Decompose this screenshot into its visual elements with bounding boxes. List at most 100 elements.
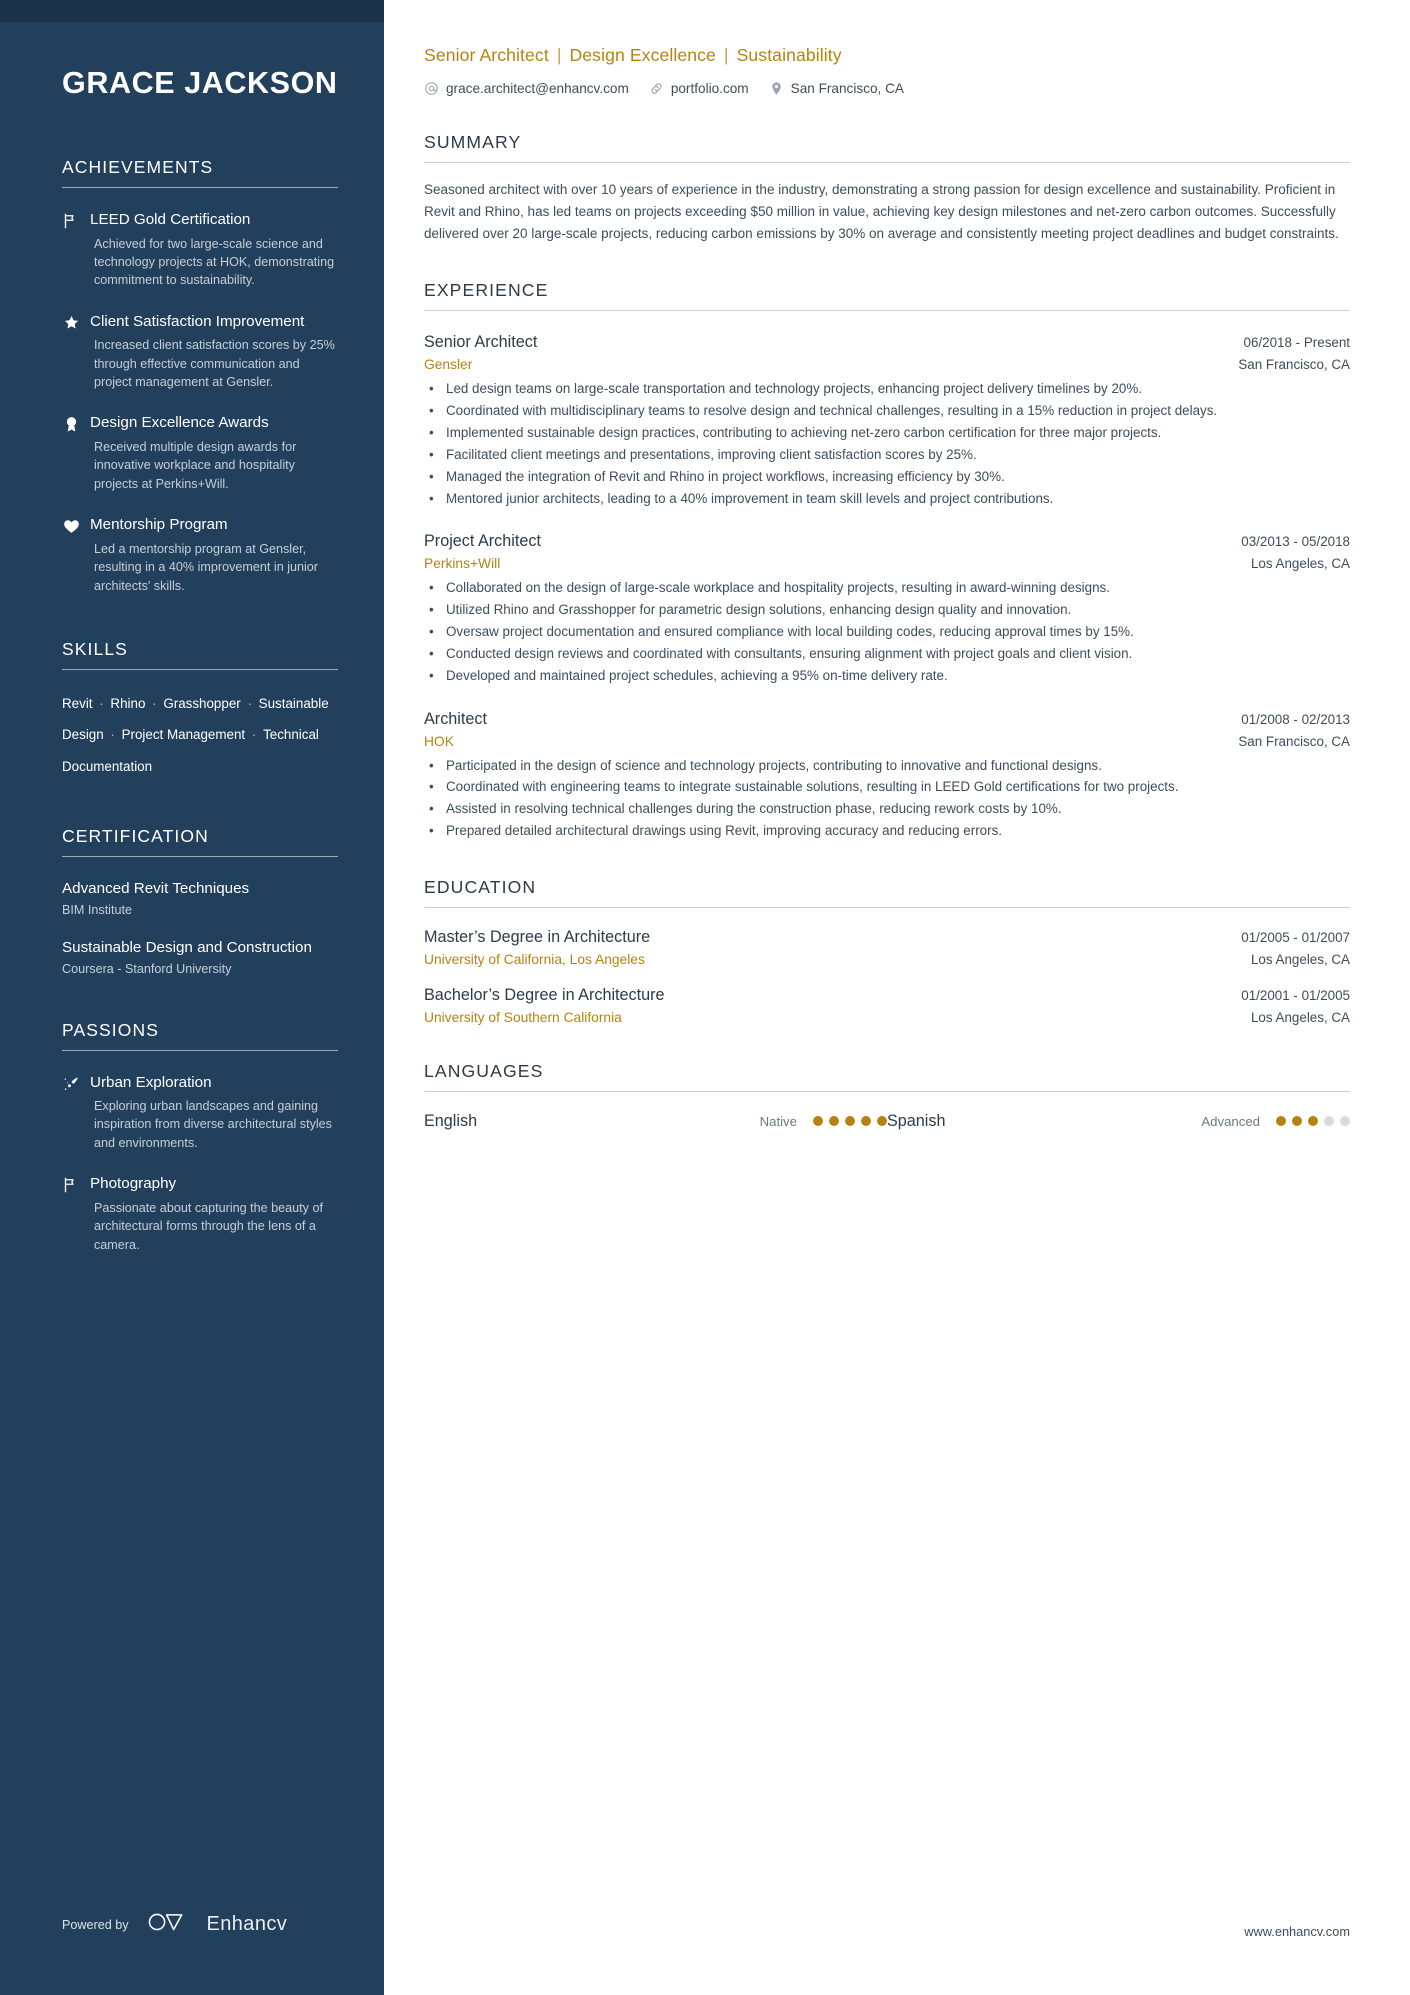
school-name: University of Southern California xyxy=(424,1009,622,1025)
school-location: Los Angeles, CA xyxy=(1250,1009,1350,1025)
job-title: Project Architect xyxy=(424,532,541,551)
proficiency-dot xyxy=(877,1116,887,1127)
headline-part: Design Excellence xyxy=(569,45,716,65)
section-divider xyxy=(424,906,1350,908)
contact-portfolio-text: portfolio.com xyxy=(670,80,749,96)
heart-icon xyxy=(62,514,90,595)
achievement-title: Design Excellence Awards xyxy=(90,414,269,432)
job-bullet: • Collaborated on the design of large-sca… xyxy=(424,578,1350,598)
achievement-title: Client Satisfaction Improvement xyxy=(90,312,305,330)
bullet-text: Mentored junior architects, leading to a… xyxy=(446,490,1054,506)
summary-heading: SUMMARY xyxy=(424,131,522,152)
achievements-heading: ACHIEVEMENTS xyxy=(62,157,214,178)
company-name: Gensler xyxy=(424,357,473,373)
headline-part: Sustainability xyxy=(736,45,842,65)
job-title: Architect xyxy=(424,709,487,728)
certification-org: Coursera - Stanford University xyxy=(62,961,232,976)
contact-email[interactable]: grace.architect@enhancv.com xyxy=(424,81,629,96)
experience-entry-header: Architect 01/2008 - 02/2013 xyxy=(424,710,1350,729)
education-entry: Bachelor’s Degree in Architecture 01/2001… xyxy=(424,986,1350,1025)
bullet-text: Conducted design reviews and coordinated… xyxy=(446,645,1133,661)
achievement-title: LEED Gold Certification xyxy=(90,211,251,229)
experience-entry-header: Project Architect 03/2013 - 05/2018 xyxy=(424,532,1350,551)
contact-row: grace.architect@enhancv.com portfolio.co… xyxy=(424,81,1350,96)
experience-heading: EXPERIENCE xyxy=(424,280,549,301)
sidebar: GRACE JACKSON ACHIEVEMENTS LEED Gold Cer… xyxy=(0,0,384,1995)
job-bullet: • Assisted in resolving technical challen… xyxy=(424,799,1350,819)
job-bullet-list: • Collaborated on the design of large-sca… xyxy=(424,578,1350,685)
proficiency-dot xyxy=(1340,1116,1350,1127)
section-divider xyxy=(62,187,338,189)
bullet-marker-icon: • xyxy=(429,823,434,839)
proficiency-dot xyxy=(813,1116,823,1127)
languages-row: English Native Spanish Advanced xyxy=(424,1112,1350,1131)
proficiency-dot xyxy=(1308,1116,1318,1127)
sidebar-section-passions: PASSIONS Urban Exploration Exploring urb… xyxy=(62,1020,338,1254)
section-languages: LANGUAGES English Native Spanish Advanced xyxy=(424,1061,1350,1131)
proficiency-dot xyxy=(861,1116,871,1127)
flag-icon xyxy=(62,209,90,290)
skill-item: Grasshopper xyxy=(163,695,241,711)
email-icon xyxy=(424,81,439,96)
language-level: Native xyxy=(759,1113,797,1129)
experience-entry: Architect 01/2008 - 02/2013 HOK San Francis… xyxy=(424,710,1350,841)
contact-location-text: San Francisco, CA xyxy=(790,80,904,96)
section-experience: EXPERIENCE Senior Architect 06/2018 - Pre… xyxy=(424,280,1350,840)
achievement-description: Received multiple design awards for inno… xyxy=(94,440,297,491)
proficiency-dot xyxy=(845,1116,855,1127)
experience-entry-subheader: HOK San Francisco, CA xyxy=(424,734,1350,749)
company-name: HOK xyxy=(424,733,454,749)
job-title: Senior Architect xyxy=(424,333,538,352)
bullet-text: Implemented sustainable design practices… xyxy=(446,425,1162,441)
school-name: University of California, Los Angeles xyxy=(424,951,645,967)
section-education: EDUCATION Master’s Degree in Architectur… xyxy=(424,877,1350,1025)
job-bullet: • Conducted design reviews and coordinate… xyxy=(424,644,1350,664)
job-bullet: • Oversaw project documentation and ensur… xyxy=(424,622,1350,642)
bullet-text: Collaborated on the design of large-scal… xyxy=(446,580,1110,596)
language-proficiency-dots xyxy=(813,1116,887,1127)
passion-description: Exploring urban landscapes and gaining i… xyxy=(94,1099,332,1150)
bullet-text: Oversaw project documentation and ensure… xyxy=(446,624,1134,640)
passions-heading: PASSIONS xyxy=(62,1019,159,1040)
job-bullet: • Developed and maintained project schedu… xyxy=(424,666,1350,686)
bullet-text: Managed the integration of Revit and Rhi… xyxy=(446,468,1005,484)
skill-separator: · xyxy=(95,695,108,711)
job-bullet-list: • Led design teams on large-scale transpo… xyxy=(424,379,1350,508)
education-entry-header: Bachelor’s Degree in Architecture 01/2001… xyxy=(424,986,1350,1005)
passion-item: Photography Passionate about capturing t… xyxy=(62,1173,338,1254)
achievement-item: LEED Gold Certification Achieved for two… xyxy=(62,209,338,290)
proficiency-dot xyxy=(1292,1116,1302,1127)
bullet-text: Utilized Rhino and Grasshopper for param… xyxy=(446,602,1072,618)
experience-entry: Project Architect 03/2013 - 05/2018 Perkin… xyxy=(424,532,1350,685)
achievement-item: Client Satisfaction Improvement Increase… xyxy=(62,311,338,392)
language-name: English xyxy=(424,1111,478,1130)
skill-separator: · xyxy=(243,695,256,711)
school-location: Los Angeles, CA xyxy=(1250,951,1350,967)
section-divider xyxy=(424,1090,1350,1092)
certification-name: Advanced Revit Techniques xyxy=(62,880,250,898)
flag-icon xyxy=(62,1173,90,1254)
job-dates: 01/2008 - 02/2013 xyxy=(1241,711,1350,727)
language-proficiency-dots xyxy=(1276,1116,1350,1127)
bullet-marker-icon: • xyxy=(429,403,434,419)
company-name: Perkins+Will xyxy=(424,556,501,572)
sidebar-top-strip xyxy=(0,0,384,22)
enhancv-wordmark: Enhancv xyxy=(206,1913,288,1935)
job-dates: 06/2018 - Present xyxy=(1243,335,1350,351)
skill-separator: · xyxy=(148,695,161,711)
job-bullet: • Participated in the design of science a… xyxy=(424,756,1350,776)
job-bullet: • Managed the integration of Revit and Rh… xyxy=(424,467,1350,487)
job-bullet: • Coordinated with multidisciplinary team… xyxy=(424,401,1350,421)
language-level: Advanced xyxy=(1201,1113,1260,1129)
site-url: www.enhancv.com xyxy=(1244,1924,1350,1939)
education-entry-subheader: University of California, Los Angeles Los… xyxy=(424,952,1350,967)
job-bullet: • Mentored junior architects, leading to … xyxy=(424,489,1350,509)
sidebar-section-certification: CERTIFICATION Advanced Revit Techniques … xyxy=(62,826,338,976)
job-bullet: • Prepared detailed architectural drawing… xyxy=(424,821,1350,841)
contact-portfolio[interactable]: portfolio.com xyxy=(649,81,749,96)
bullet-text: Facilitated client meetings and presenta… xyxy=(446,446,977,462)
bullet-marker-icon: • xyxy=(429,801,434,817)
skills-list: Revit · Rhino · Grasshopper · Sustainabl… xyxy=(62,688,342,783)
section-divider xyxy=(62,668,338,670)
bullet-marker-icon: • xyxy=(429,446,434,462)
